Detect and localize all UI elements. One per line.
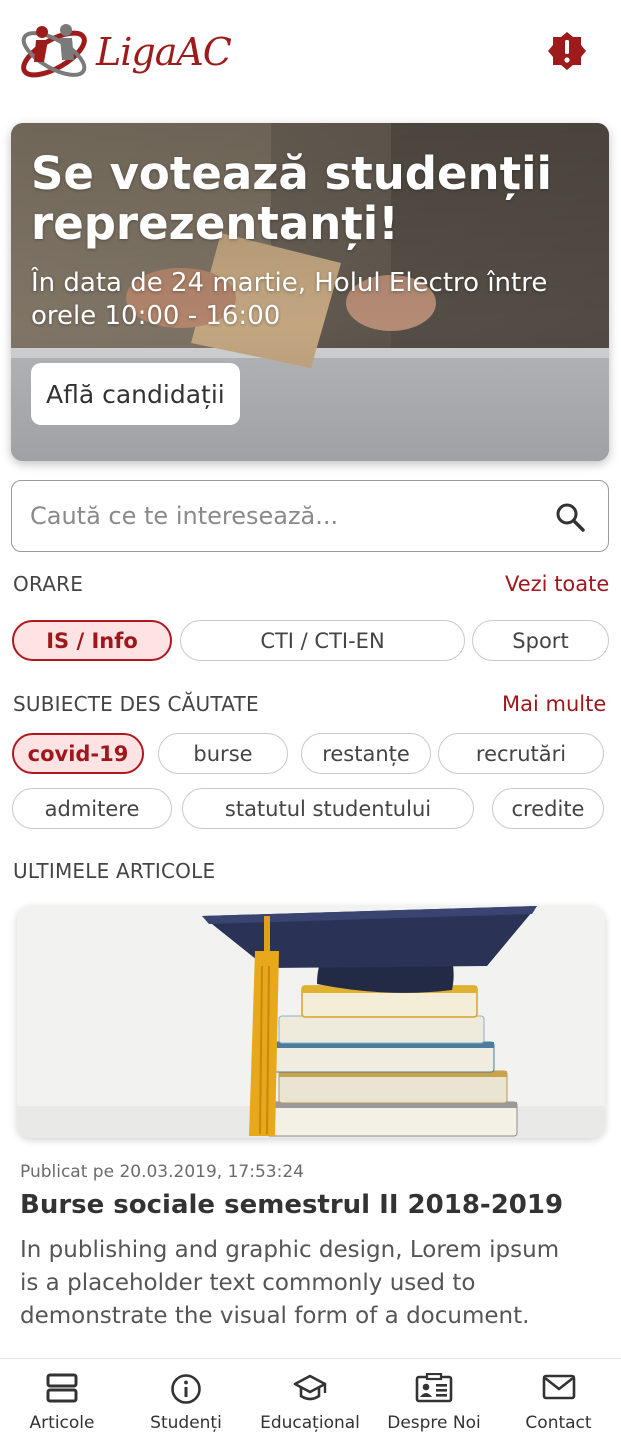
article-excerpt: In publishing and graphic design, Lorem … (20, 1237, 560, 1329)
nav-item-students[interactable]: Studenți (124, 1359, 248, 1442)
logo-text: LigaAC (96, 30, 232, 74)
info-icon (171, 1374, 201, 1404)
hero-subtitle: În data de 24 martie, Holul Electro într… (31, 268, 548, 331)
chip-topic-admitere[interactable]: admitere (12, 788, 172, 829)
hero-title: Se votează studenții reprezentanți! (31, 147, 552, 250)
see-all-schedules-link[interactable]: Vezi toate (505, 572, 609, 596)
logo-mark-icon (21, 24, 87, 78)
search-bar[interactable] (11, 480, 609, 552)
article-date: Publicat pe 20.03.2019, 17:53:24 (20, 1162, 304, 1182)
search-input[interactable] (30, 481, 550, 551)
nav-item-contact[interactable]: Contact (496, 1359, 621, 1442)
app-header: LigaAC (0, 0, 621, 110)
chip-topic-statut[interactable]: statutul studentului (182, 788, 474, 829)
more-topics-link[interactable]: Mai multe (502, 692, 606, 716)
chip-schedule-sport[interactable]: Sport (472, 620, 609, 661)
schedules-section-title: ORARE (13, 572, 84, 596)
nav-item-about[interactable]: Despre Noi (372, 1359, 496, 1442)
nav-label-about: Despre Noi (387, 1413, 481, 1433)
hero-banner[interactable]: Se votează studenții reprezentanți! În d… (11, 123, 609, 461)
article-title[interactable]: Burse sociale semestrul II 2018-2019 (20, 1190, 610, 1220)
graduation-cap-icon (293, 1374, 327, 1401)
chip-schedule-cti[interactable]: CTI / CTI-EN (180, 620, 465, 661)
chip-topic-recrutari[interactable]: recrutări (438, 733, 604, 774)
articles-icon (46, 1373, 78, 1403)
app-logo[interactable]: LigaAC (16, 18, 232, 84)
alert-octagon-icon[interactable] (546, 30, 588, 72)
nav-label-articles: Articole (29, 1413, 95, 1433)
id-card-icon (415, 1373, 453, 1403)
bottom-navigation: Articole Studenți Educațional Despre Noi (0, 1358, 621, 1442)
chip-topic-credite[interactable]: credite (492, 788, 604, 829)
nav-item-educational[interactable]: Educațional (248, 1359, 372, 1442)
mail-icon (542, 1374, 575, 1400)
see-candidates-button[interactable]: Află candidații (31, 363, 240, 425)
nav-item-articles[interactable]: Articole (0, 1359, 124, 1442)
chip-topic-covid[interactable]: covid-19 (12, 733, 144, 774)
articles-section-title: ULTIMELE ARTICOLE (13, 859, 216, 883)
topics-section-title: SUBIECTE DES CĂUTATE (13, 692, 259, 716)
chip-topic-burse[interactable]: burse (158, 733, 288, 774)
nav-label-educational: Educațional (260, 1413, 360, 1433)
graduation-books-image (17, 906, 605, 1138)
nav-label-students: Studenți (150, 1413, 222, 1433)
chip-schedule-is-info[interactable]: IS / Info (12, 620, 172, 661)
article-image[interactable] (17, 906, 605, 1138)
search-icon[interactable] (554, 501, 586, 533)
chip-topic-restante[interactable]: restanțe (301, 733, 431, 774)
nav-label-contact: Contact (525, 1413, 592, 1433)
